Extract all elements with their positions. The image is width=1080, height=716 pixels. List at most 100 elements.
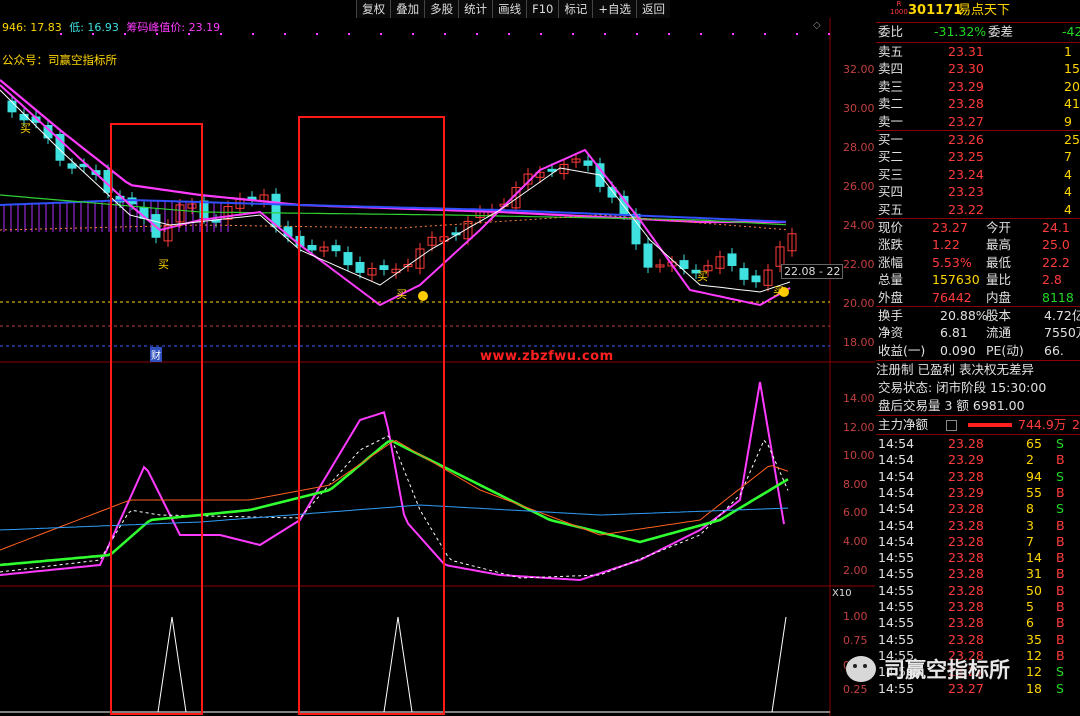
ma1-value: 946: 17.83: [2, 21, 62, 34]
signal-pane: [0, 616, 830, 713]
indicator-pane: [0, 381, 789, 582]
quote-row: 现价 23.27 今开 24.1: [878, 220, 1070, 235]
cai-badge: 财: [150, 347, 162, 362]
ask-level: 卖五 23.31 1: [878, 44, 1072, 59]
ask-level: 卖一 23.27 9: [878, 113, 1072, 129]
chip-peak-price: 筹码峰值价: 23.19: [126, 21, 221, 34]
signal-dot: [418, 291, 428, 301]
marker-dot: [348, 33, 350, 35]
tick-row: 14:54 23.28 7 B: [878, 533, 1065, 549]
kline-chart-svg[interactable]: [0, 0, 875, 716]
marker-dot: [796, 33, 798, 35]
main-flow-row[interactable]: 主力净额 744.9万 2: [876, 416, 1080, 434]
stock-name: 易点天下: [958, 3, 1011, 18]
wei-row: 委比 -31.32% 委差 -42: [878, 24, 1080, 39]
info-line: 盘后交易量 3 额 6981.00: [878, 398, 1025, 413]
flow-bar: [968, 423, 1012, 427]
stock-header: R 1000 301171 易点天下: [876, 0, 1080, 22]
candle-body: [67, 163, 77, 169]
toolbar-button[interactable]: 统计: [458, 0, 493, 18]
info-line: 交易状态: 闭市阶段 15:30:00: [878, 380, 1047, 395]
marker-dot: [508, 33, 510, 35]
wechat-icon: [846, 656, 876, 682]
candle-body: [331, 245, 341, 252]
flow-table-icon[interactable]: [946, 420, 957, 431]
toolbar-button[interactable]: 复权: [356, 0, 391, 18]
buy-label: 买: [158, 258, 169, 271]
brand-watermark: 司赢空指标所: [846, 652, 1080, 686]
marker-dot: [284, 33, 286, 35]
marker-dot: [252, 33, 254, 35]
ma2-value: 低: 16.93: [69, 21, 119, 34]
quote-row: 外盘 76442 内盘 8118: [878, 289, 1074, 305]
candle-body: [727, 253, 737, 266]
watermark-url: www.zbzfwu.com: [480, 349, 614, 364]
ask-level: 卖二 23.28 41: [878, 96, 1080, 112]
chart-area[interactable]: 946: 17.83 低: 16.93 筹码峰值价: 23.19 复权 叠加 多股统…: [0, 0, 875, 716]
stock-code: 301171: [908, 3, 963, 18]
tick-row: 14:55 23.28 50 B: [878, 582, 1065, 598]
toolbar-button[interactable]: +自选: [592, 0, 636, 18]
tick-row: 14:55 23.28 5 B: [878, 599, 1065, 614]
buy-label: 买: [773, 285, 784, 298]
tick-row: 14:55 23.28 14 B: [878, 550, 1065, 566]
watermark-top: 公众号：司赢空指标所: [2, 53, 117, 67]
signal-spike: [771, 616, 787, 713]
quote-row: 涨跌 1.22 最高 25.0: [878, 237, 1070, 253]
tick-row: 14:55 23.28 31 B: [878, 566, 1065, 582]
bid-level: 买四 23.23 4: [878, 184, 1072, 200]
quote-row: 总量 157630 量比 2.8: [878, 272, 1062, 288]
marker-dot: [572, 33, 574, 35]
ask-level: 卖四 23.30 15: [878, 61, 1080, 77]
buy-label: 买: [697, 270, 708, 283]
price-pane: [0, 33, 830, 347]
toolbar-button[interactable]: 叠加: [390, 0, 425, 18]
marker-dot: [668, 33, 670, 35]
diamond-icon[interactable]: ◇: [813, 20, 821, 31]
tick-row: 14:54 23.28 3 B: [878, 517, 1065, 533]
tick-row: 14:55 23.28 35 B: [878, 631, 1065, 647]
toolbar-button[interactable]: 多股: [424, 0, 459, 18]
signal-spike: [157, 616, 187, 713]
candle-body: [379, 265, 389, 270]
toolbar-button[interactable]: 标记: [558, 0, 593, 18]
toolbar: 复权 叠加 多股 统计 画线 F10 标记 +自选 返回: [356, 0, 670, 18]
candle-body: [343, 252, 353, 266]
quote-panel: R 1000 301171 易点天下 委比 -31.32% 委差 -42 卖五 23…: [876, 0, 1080, 716]
ask-level: 卖三 23.29 20: [878, 78, 1080, 94]
buy-label: 买: [396, 288, 407, 301]
candle-body: [739, 268, 749, 280]
marker-dot: [828, 33, 830, 35]
marker-dot: [412, 33, 414, 35]
bid-level: 买一 23.26 25: [878, 132, 1080, 147]
tick-row: 14:54 23.28 94 S: [878, 468, 1064, 484]
marker-dot: [220, 33, 222, 35]
candle-body: [547, 168, 557, 172]
bid-level: 买二 23.25 7: [878, 149, 1072, 165]
fund-row: 收益(一) 0.090 PE(动) 66.: [878, 342, 1064, 358]
tick-row: 14:55 23.28 6 B: [878, 615, 1065, 631]
brand-name: 司赢空指标所: [884, 658, 1010, 682]
candle-body: [355, 261, 365, 273]
marker-dot: [732, 33, 734, 35]
candle-body: [307, 245, 317, 251]
tick-row: 14:54 23.29 55 B: [878, 484, 1065, 500]
tick-row: 14:54 23.28 65 S: [878, 436, 1064, 451]
candle-body: [643, 243, 653, 268]
marker-dot: [444, 33, 446, 35]
marker-dot: [636, 33, 638, 35]
marker-dot: [476, 33, 478, 35]
marker-dot: [380, 33, 382, 35]
toolbar-button[interactable]: 返回: [636, 0, 670, 18]
toolbar-button[interactable]: 画线: [492, 0, 527, 18]
toolbar-button[interactable]: F10: [526, 0, 559, 18]
info-line: 注册制 已盈利 表决权无差异: [876, 362, 1034, 377]
indicator-header: 946: 17.83 低: 16.93 筹码峰值价: 23.19: [2, 19, 220, 35]
fund-row: 净资6.81流通7550万: [878, 325, 1080, 341]
quote-row: 涨幅 5.53% 最低 22.2: [878, 254, 1070, 270]
bid-level: 买五 23.22 4: [878, 201, 1072, 217]
marker-dot: [764, 33, 766, 35]
indicator-line-magenta: [0, 381, 785, 582]
signal-axis-unit: X10: [832, 588, 852, 599]
tick-row: 14:54 23.28 8 S: [878, 501, 1064, 517]
